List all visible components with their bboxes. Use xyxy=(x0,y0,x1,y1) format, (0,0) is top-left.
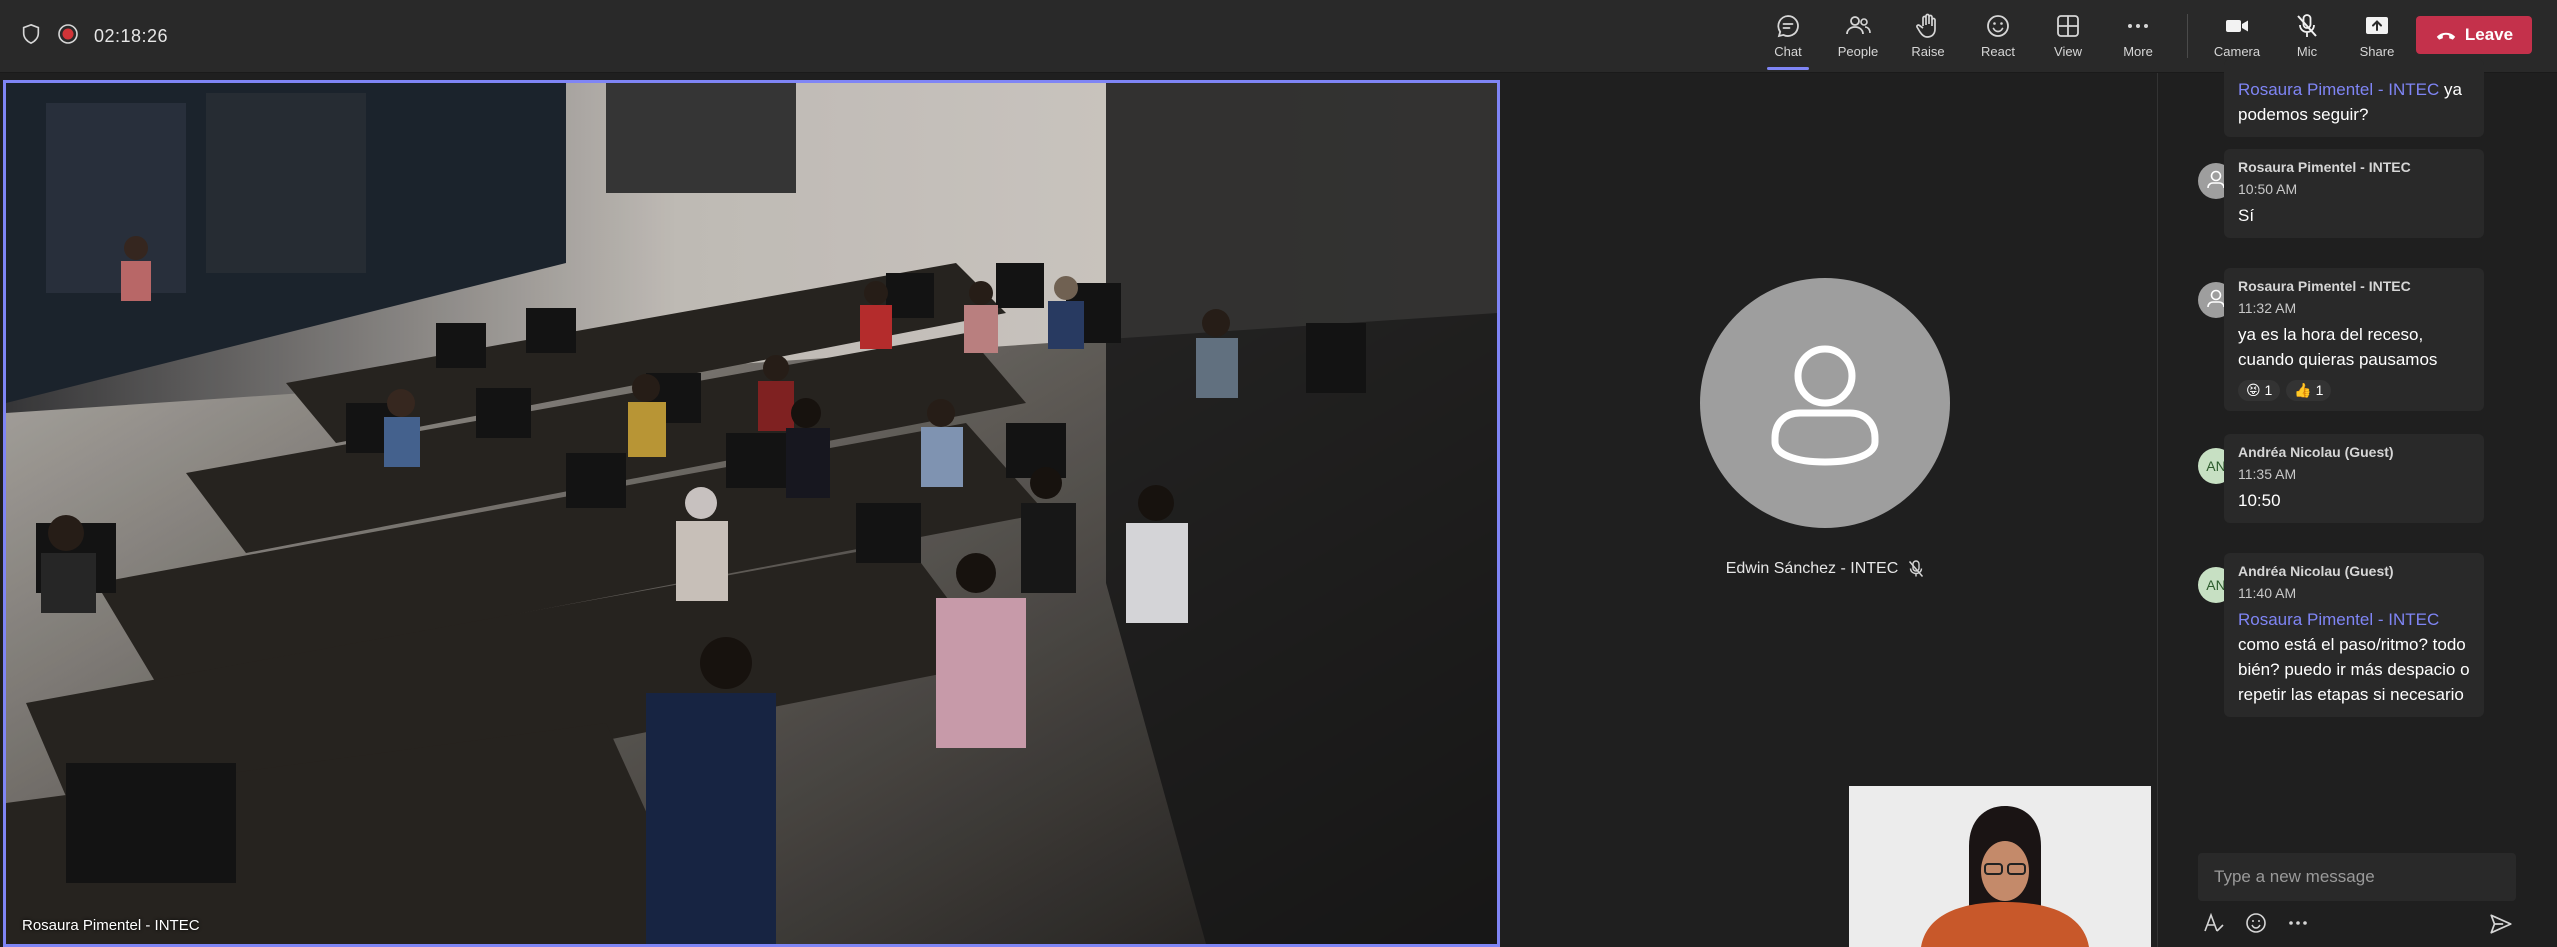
classroom-video-image xyxy=(6,83,1497,944)
chat-message: Andréa Nicolau (Guest) 11:40 AM Rosaura … xyxy=(2224,553,2484,717)
meeting-toolbar: 02:18:26 Chat People Raise React View Mo… xyxy=(0,0,2557,73)
chat-message: Rosaura Pimentel - INTEC 11:32 AM ya es … xyxy=(2224,268,2484,411)
chat-message-author: Andréa Nicolau (Guest) xyxy=(2238,563,2394,579)
grid-icon xyxy=(2057,15,2079,37)
raise-hand-button[interactable]: Raise xyxy=(1893,0,1963,72)
format-icon[interactable] xyxy=(2202,911,2226,935)
mic-label: Mic xyxy=(2296,44,2318,59)
view-button[interactable]: View xyxy=(2033,0,2103,72)
react-button[interactable]: React xyxy=(1963,0,2033,72)
camera-icon xyxy=(2226,20,2248,32)
people-label: People xyxy=(1837,44,1879,59)
people-icon xyxy=(1846,16,1871,35)
chat-message-author: Rosaura Pimentel - INTEC xyxy=(2238,159,2411,175)
self-view-image xyxy=(1849,786,2151,947)
send-icon xyxy=(2490,914,2512,934)
compose-toolbar xyxy=(2202,911,2310,935)
message-compose-input[interactable]: Type a new message xyxy=(2198,853,2516,901)
person-icon xyxy=(1771,345,1879,466)
participant-tile[interactable]: Edwin Sánchez - INTEC xyxy=(1700,278,1950,588)
reaction-chip[interactable]: 😝 1 xyxy=(2238,380,2281,401)
chat-message-text: Sí xyxy=(2238,206,2255,225)
chat-message-time: 10:50 AM xyxy=(2238,181,2298,197)
chat-message: Andréa Nicolau (Guest) 11:35 AM 10:50 xyxy=(2224,434,2484,523)
participant-avatar xyxy=(1700,278,1950,528)
mention-link[interactable]: Rosaura Pimentel - INTEC xyxy=(2238,80,2439,99)
chat-message-time: 11:32 AM xyxy=(2238,300,2297,316)
raise-hand-icon xyxy=(1916,13,1936,38)
main-video-name: Rosaura Pimentel - INTEC xyxy=(22,917,200,934)
camera-label: Camera xyxy=(2213,44,2261,59)
mention-link[interactable]: Rosaura Pimentel - INTEC xyxy=(2238,610,2439,629)
share-label: Share xyxy=(2359,44,2395,59)
chat-message-author: Andréa Nicolau (Guest) xyxy=(2238,444,2394,460)
main-video-tile[interactable]: Rosaura Pimentel - INTEC xyxy=(3,80,1500,947)
react-label: React xyxy=(1981,44,2015,59)
chat-message: Rosaura Pimentel - INTEC ya podemos segu… xyxy=(2224,59,2484,137)
more-button[interactable]: More xyxy=(2103,0,2173,72)
participant-name: Edwin Sánchez - INTEC xyxy=(1725,560,1899,577)
shield-icon xyxy=(20,23,42,50)
self-view-video[interactable] xyxy=(1849,786,2151,947)
chat-message-text: ya es la hora del receso, cuando quieras… xyxy=(2238,325,2438,369)
people-button[interactable]: People xyxy=(1823,0,1893,72)
more-label: More xyxy=(2123,44,2153,59)
view-label: View xyxy=(2054,44,2082,59)
recording-icon xyxy=(56,22,80,51)
leave-label: Leave xyxy=(2464,25,2514,44)
participant-name-row: Edwin Sánchez - INTEC xyxy=(1726,560,1925,578)
reaction-list: 😝 1 👍 1 xyxy=(2238,380,2470,401)
send-button[interactable] xyxy=(2488,911,2514,942)
avatar-initials: AN xyxy=(2206,458,2226,474)
chat-icon xyxy=(1777,15,1799,38)
chat-message-author: Rosaura Pimentel - INTEC xyxy=(2238,278,2411,294)
mic-muted-icon xyxy=(1909,560,1924,577)
meeting-status: 02:18:26 xyxy=(20,0,168,72)
emoji-icon[interactable] xyxy=(2244,911,2268,935)
mic-off-icon xyxy=(2297,14,2317,37)
more-icon xyxy=(2128,24,2148,28)
more-options-icon[interactable] xyxy=(2286,911,2310,935)
leave-button[interactable]: Leave xyxy=(2416,16,2532,54)
chat-message-text: Rosaura Pimentel - INTEC ya podemos segu… xyxy=(2238,80,2462,124)
chat-message-text: Rosaura Pimentel - INTEC como está el pa… xyxy=(2238,610,2470,704)
chat-message-text: 10:50 xyxy=(2238,491,2281,510)
chat-message-time: 11:40 AM xyxy=(2238,585,2297,601)
chat-label: Chat xyxy=(1774,44,1802,59)
chat-button[interactable]: Chat xyxy=(1753,0,1823,72)
avatar-initials: AN xyxy=(2206,577,2226,593)
meeting-timer: 02:18:26 xyxy=(94,25,169,46)
chat-message-time: 11:35 AM xyxy=(2238,466,2297,482)
chat-panel: Rosaura Pimentel - INTEC ya podemos segu… xyxy=(2157,59,2557,947)
reaction-chip[interactable]: 👍 1 xyxy=(2286,380,2332,401)
share-icon xyxy=(2366,17,2388,34)
chat-message: Rosaura Pimentel - INTEC 10:50 AM Sí xyxy=(2224,149,2484,238)
toolbar-divider xyxy=(2187,14,2188,58)
raise-label: Raise xyxy=(1911,44,1945,59)
person-icon xyxy=(2207,170,2225,189)
smiley-icon xyxy=(1987,15,2009,37)
phone-hangup-icon xyxy=(2436,32,2456,40)
person-icon xyxy=(2207,289,2225,308)
